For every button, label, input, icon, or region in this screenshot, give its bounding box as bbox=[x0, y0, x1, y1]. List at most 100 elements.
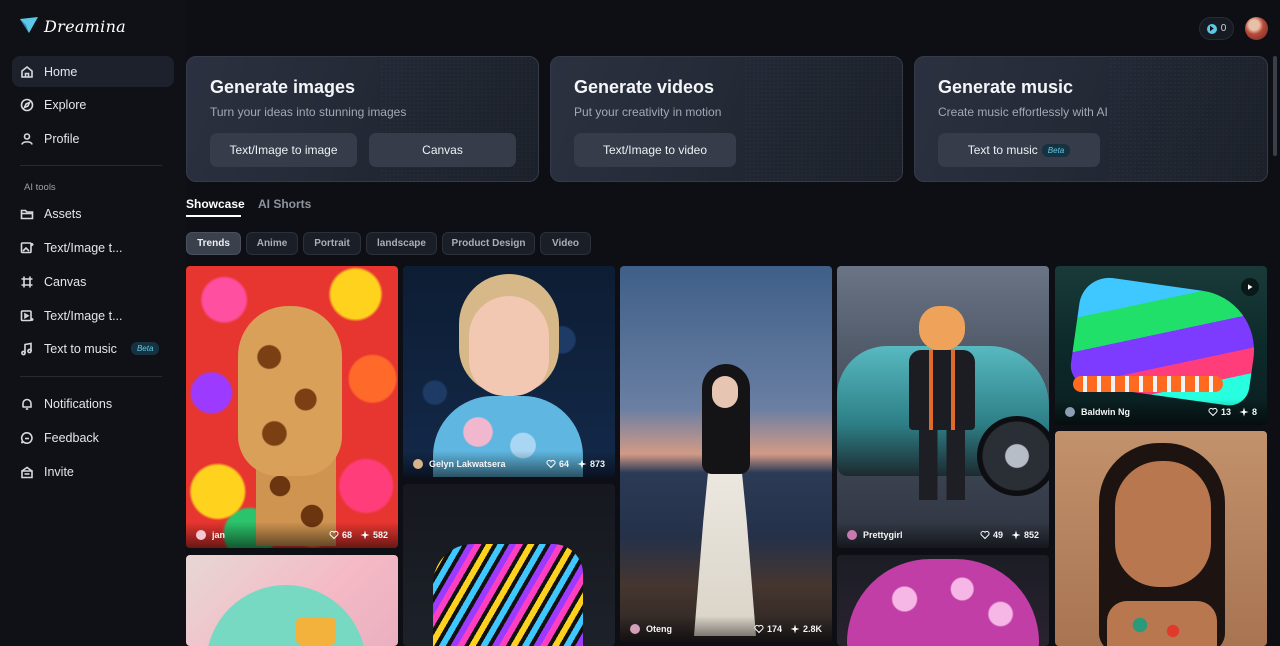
sidebar-item-invite[interactable]: Invite bbox=[12, 456, 174, 487]
card-footer: jan 68 582 bbox=[186, 522, 398, 548]
sparkle-icon bbox=[790, 624, 800, 634]
card-art bbox=[296, 617, 336, 645]
card-art bbox=[433, 544, 583, 646]
sidebar-item-label: Profile bbox=[44, 131, 80, 146]
generate-music-card: Generate music Create music effortlessly… bbox=[914, 56, 1268, 182]
author-name: Gelyn Lakwatsera bbox=[429, 459, 506, 469]
card-footer: Oteng 174 2.8K bbox=[620, 616, 832, 642]
card-footer: Prettygirl 49 852 bbox=[837, 522, 1049, 548]
chip-product-design[interactable]: Product Design bbox=[442, 232, 535, 255]
heart-icon bbox=[1208, 407, 1218, 417]
gallery-card-doll[interactable]: Gelyn Lakwatsera 64 873 bbox=[403, 266, 615, 477]
author-name: Baldwin Ng bbox=[1081, 407, 1130, 417]
tab-ai-shorts[interactable]: AI Shorts bbox=[258, 197, 311, 211]
sidebar-item-assets[interactable]: Assets bbox=[12, 198, 174, 229]
sidebar-item-label: Home bbox=[44, 64, 78, 79]
sparkle-icon bbox=[1011, 530, 1021, 540]
author-name: Prettygirl bbox=[863, 530, 903, 540]
card-art bbox=[238, 306, 342, 476]
page-scrollbar[interactable] bbox=[1273, 56, 1277, 156]
credits-button[interactable]: 0 bbox=[1199, 17, 1234, 40]
remix-stat[interactable]: 582 bbox=[360, 530, 388, 540]
hero-title: Generate music bbox=[938, 77, 1074, 97]
remix-count: 852 bbox=[1023, 530, 1039, 540]
remix-stat[interactable]: 873 bbox=[577, 459, 605, 469]
sidebar-item-label: Canvas bbox=[44, 274, 87, 289]
button-label: Text to music bbox=[967, 143, 1038, 157]
author-name: Oteng bbox=[646, 624, 672, 634]
gallery-card-beach[interactable]: Oteng 174 2.8K bbox=[620, 266, 832, 642]
sidebar-item-label: Text/Image t... bbox=[44, 240, 123, 255]
hero-title: Generate videos bbox=[574, 77, 715, 97]
likes-count: 64 bbox=[558, 459, 569, 469]
hero-subtitle: Put your creativity in motion bbox=[574, 105, 722, 119]
gallery-card-giraffe[interactable]: jan 68 582 bbox=[186, 266, 398, 548]
card-art bbox=[469, 296, 549, 396]
hero-subtitle: Create music effortlessly with AI bbox=[938, 105, 1108, 119]
credit-icon bbox=[1206, 23, 1217, 34]
remix-stat[interactable]: 852 bbox=[1011, 530, 1039, 540]
image-gen-icon bbox=[20, 241, 34, 255]
sidebar-item-text-to-music[interactable]: Text to music Beta bbox=[12, 333, 174, 364]
sidebar-item-explore[interactable]: Explore bbox=[12, 89, 174, 120]
remix-stat[interactable]: 2.8K bbox=[790, 624, 822, 634]
sidebar-item-home[interactable]: Home bbox=[12, 56, 174, 87]
canvas-icon bbox=[20, 275, 34, 289]
card-footer: Gelyn Lakwatsera 64 873 bbox=[403, 451, 615, 477]
gallery-card-mushroom[interactable] bbox=[837, 555, 1049, 646]
gallery-card-cat[interactable]: Prettygirl 49 852 bbox=[837, 266, 1049, 548]
card-art bbox=[919, 306, 965, 350]
text-image-to-video-button[interactable]: Text/Image to video bbox=[574, 133, 736, 167]
chip-anime[interactable]: Anime bbox=[246, 232, 298, 255]
remix-count: 582 bbox=[372, 530, 388, 540]
sidebar-item-canvas[interactable]: Canvas bbox=[12, 266, 174, 297]
video-gen-icon bbox=[20, 309, 34, 323]
card-art bbox=[206, 585, 366, 646]
sparkle-icon bbox=[1239, 407, 1249, 417]
credits-count: 0 bbox=[1220, 23, 1227, 34]
card-art bbox=[1107, 601, 1217, 646]
sidebar-item-text-image-to-video[interactable]: Text/Image t... bbox=[12, 300, 174, 331]
hero-subtitle: Turn your ideas into stunning images bbox=[210, 105, 407, 119]
compass-icon bbox=[20, 98, 34, 112]
author-name: jan bbox=[212, 530, 226, 540]
sidebar-item-profile[interactable]: Profile bbox=[12, 123, 174, 154]
canvas-button[interactable]: Canvas bbox=[369, 133, 516, 167]
sidebar-item-notifications[interactable]: Notifications bbox=[12, 388, 174, 419]
chip-portrait[interactable]: Portrait bbox=[303, 232, 361, 255]
bell-icon bbox=[20, 397, 34, 411]
tab-showcase[interactable]: Showcase bbox=[186, 197, 245, 211]
remix-count: 2.8K bbox=[802, 624, 822, 634]
dreamina-logo-icon bbox=[20, 17, 38, 33]
sparkle-icon bbox=[577, 459, 587, 469]
heart-icon bbox=[329, 530, 339, 540]
gallery-card-zebra[interactable] bbox=[403, 484, 615, 646]
chip-trends[interactable]: Trends bbox=[186, 232, 241, 255]
likes-stat[interactable]: 68 bbox=[329, 530, 352, 540]
sidebar-item-label: Text to music bbox=[44, 341, 117, 356]
user-avatar[interactable] bbox=[1245, 17, 1268, 40]
author-avatar bbox=[413, 459, 423, 469]
gallery-card-sneaker[interactable]: Baldwin Ng 13 8 bbox=[1055, 266, 1267, 425]
card-art bbox=[919, 430, 965, 500]
beta-badge: Beta bbox=[130, 342, 160, 355]
video-play-icon bbox=[1241, 278, 1259, 296]
author-avatar bbox=[196, 530, 206, 540]
gallery-card-portrait[interactable] bbox=[1055, 431, 1267, 646]
brand-logo[interactable]: Dreamina bbox=[18, 16, 126, 36]
text-to-music-button[interactable]: Text to music Beta bbox=[938, 133, 1100, 167]
sidebar-item-label: Text/Image t... bbox=[44, 308, 123, 323]
gallery-card-food[interactable] bbox=[186, 555, 398, 646]
likes-stat[interactable]: 64 bbox=[546, 459, 569, 469]
chip-landscape[interactable]: landscape bbox=[366, 232, 437, 255]
sidebar-item-feedback[interactable]: Feedback bbox=[12, 422, 174, 453]
text-image-to-image-button[interactable]: Text/Image to image bbox=[210, 133, 357, 167]
card-art bbox=[909, 306, 975, 506]
sidebar-item-text-image-to-image[interactable]: Text/Image t... bbox=[12, 232, 174, 263]
chat-icon bbox=[20, 431, 34, 445]
remix-stat[interactable]: 8 bbox=[1239, 407, 1257, 417]
likes-stat[interactable]: 49 bbox=[980, 530, 1003, 540]
likes-stat[interactable]: 174 bbox=[754, 624, 782, 634]
chip-video[interactable]: Video bbox=[540, 232, 591, 255]
likes-stat[interactable]: 13 bbox=[1208, 407, 1231, 417]
